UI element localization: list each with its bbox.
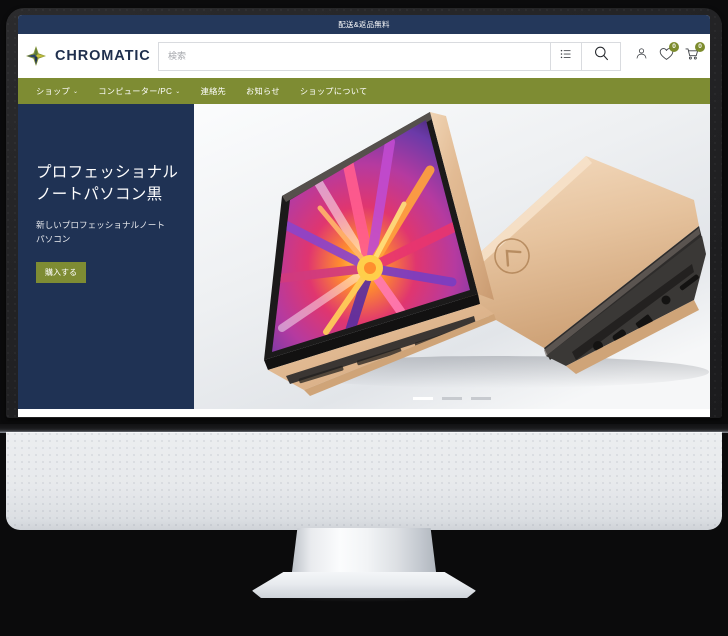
monitor-chin bbox=[6, 432, 722, 530]
brand-wordmark: CHROMATIC bbox=[55, 48, 151, 64]
chevron-down-icon: ⌄ bbox=[175, 88, 181, 95]
nav-item-news[interactable]: お知らせ bbox=[246, 85, 280, 97]
wishlist-count-badge: 0 bbox=[669, 41, 679, 52]
search-input[interactable] bbox=[158, 41, 550, 71]
search-submit-button[interactable] bbox=[581, 41, 621, 71]
hero-product-image bbox=[194, 104, 710, 409]
main-navigation: ショップ ⌄ コンピューター/PC ⌄ 連絡先 お知らせ ショップについて bbox=[18, 78, 710, 104]
nav-item-about-shop-label: ショップについて bbox=[299, 87, 368, 96]
user-person-icon bbox=[635, 47, 648, 65]
nav-item-shop-label: ショップ bbox=[36, 87, 70, 96]
nav-item-computers-pc-label: コンピューター/PC bbox=[98, 87, 173, 96]
hero-subtitle: 新しいプロフェッショナルノートパソコン bbox=[36, 219, 165, 244]
four-point-star-diamond-logo-icon bbox=[24, 44, 48, 68]
promo-banner: 配送&返品無料 bbox=[18, 15, 710, 34]
carousel-dash-1[interactable] bbox=[413, 397, 433, 400]
hero-section: プロフェッショナルノートパソコン黒 新しいプロフェッショナルノートパソコン 購入… bbox=[18, 104, 710, 409]
search-magnifier-icon bbox=[593, 45, 610, 67]
carousel-dash-3[interactable] bbox=[471, 397, 491, 400]
wishlist-button[interactable]: 0 bbox=[659, 41, 679, 66]
carousel-dash-2[interactable] bbox=[442, 397, 462, 400]
hero-text-panel: プロフェッショナルノートパソコン黒 新しいプロフェッショナルノートパソコン 購入… bbox=[18, 104, 194, 409]
promo-banner-text: 配送&返品無料 bbox=[338, 20, 390, 29]
monitor-stand-shadow bbox=[250, 592, 478, 602]
nav-item-news-label: お知らせ bbox=[246, 87, 280, 96]
browser-screen: 配送&返品無料 CHROMATIC 検索 0 0 ショップ ⌄ コンピューター/… bbox=[18, 15, 710, 417]
chevron-down-icon: ⌄ bbox=[72, 88, 79, 95]
carousel-indicators bbox=[194, 397, 710, 400]
account-button[interactable] bbox=[635, 47, 648, 65]
search-filter-button[interactable] bbox=[550, 41, 581, 71]
site-header: CHROMATIC 検索 0 0 bbox=[18, 34, 710, 78]
brand-logo-link[interactable]: CHROMATIC bbox=[24, 44, 156, 68]
cart-count-badge: 0 bbox=[695, 41, 705, 52]
nav-item-contact[interactable]: 連絡先 bbox=[201, 85, 226, 97]
nav-item-about-shop[interactable]: ショップについて bbox=[300, 85, 368, 97]
nav-item-contact-label: 連絡先 bbox=[200, 87, 227, 96]
nav-item-computers-pc[interactable]: コンピューター/PC ⌄ bbox=[98, 85, 180, 97]
hero-title: プロフェッショナルノートパソコン黒 bbox=[36, 164, 179, 204]
hero-cta-buy-button[interactable]: 購入する bbox=[36, 262, 86, 284]
list-lines-icon bbox=[560, 47, 572, 65]
monitor-mockup: 配送&返品無料 CHROMATIC 検索 0 0 ショップ ⌄ コンピューター/… bbox=[0, 0, 728, 636]
page-bottom-area bbox=[18, 409, 710, 417]
cart-button[interactable]: 0 bbox=[685, 41, 705, 66]
header-actions: 0 0 bbox=[627, 41, 705, 66]
nav-item-shop[interactable]: ショップ ⌄ bbox=[36, 85, 78, 97]
search-bar bbox=[158, 41, 621, 71]
